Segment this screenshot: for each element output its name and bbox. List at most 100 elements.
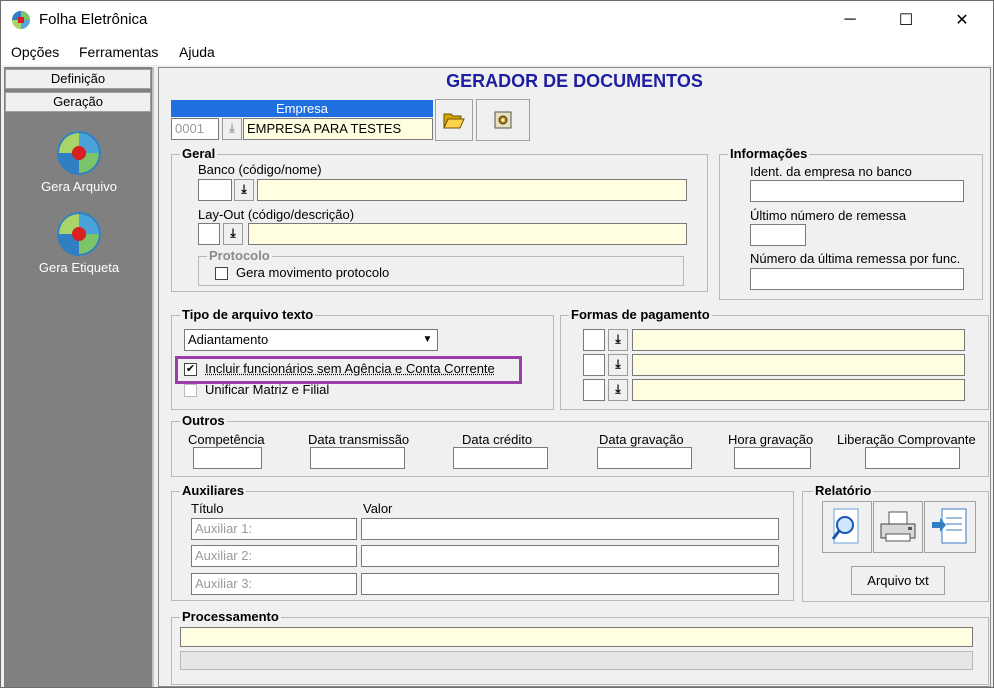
app-logo-icon [11, 10, 31, 30]
minimize-button[interactable]: ─ [827, 1, 873, 39]
forma-desc-input-1[interactable] [632, 329, 965, 351]
maximize-button[interactable]: ☐ [883, 1, 929, 39]
data-gravacao-input[interactable] [597, 447, 692, 469]
gear-icon [494, 111, 512, 129]
menu-ajuda[interactable]: Ajuda [179, 44, 215, 60]
gera-etiqueta-tool[interactable]: Gera Etiqueta [24, 212, 134, 275]
liberacao-input[interactable] [865, 447, 960, 469]
forma-code-input-2[interactable] [583, 354, 605, 376]
layout-code-input[interactable] [198, 223, 220, 245]
numero-input[interactable] [750, 268, 964, 290]
menu-ferramentas[interactable]: Ferramentas [79, 44, 158, 60]
informacoes-group: Informações Ident. da empresa no banco Ú… [719, 146, 983, 300]
hora-gravacao-input[interactable] [734, 447, 811, 469]
protocolo-group: Protocolo Gera movimento protocolo [198, 248, 684, 286]
ident-label: Ident. da empresa no banco [750, 164, 912, 179]
ident-input[interactable] [750, 180, 964, 202]
competencia-label: Competência [188, 432, 265, 447]
protocolo-check-label: Gera movimento protocolo [236, 265, 390, 280]
unificar-checkbox[interactable] [184, 384, 197, 397]
incluir-checkbox[interactable]: ✔ [184, 363, 197, 376]
forma-code-input-3[interactable] [583, 379, 605, 401]
unificar-label: Unificar Matriz e Filial [205, 382, 330, 397]
auxiliar-2-value-input[interactable] [361, 545, 779, 567]
processamento-status-field [180, 627, 973, 647]
auxiliar-3-value-input[interactable] [361, 573, 779, 595]
numero-label: Número da última remessa por func. [750, 251, 961, 266]
geral-group: Geral Banco (código/nome) ⤓ Lay-Out (cód… [171, 146, 708, 292]
arquivo-txt-button[interactable]: Arquivo txt [851, 566, 945, 595]
forma-code-input-1[interactable] [583, 329, 605, 351]
forma-desc-input-3[interactable] [632, 379, 965, 401]
formas-title: Formas de pagamento [569, 307, 712, 322]
auxiliar-1-title-input[interactable]: Auxiliar 1: [191, 518, 357, 540]
data-transmissao-label: Data transmissão [308, 432, 410, 447]
menu-opcoes[interactable]: Opções [11, 44, 59, 60]
auxiliar-3-title-input[interactable]: Auxiliar 3: [191, 573, 357, 595]
competencia-input[interactable] [193, 447, 262, 469]
layout-desc-input[interactable] [248, 223, 687, 245]
app-window: Folha Eletrônica ─ ☐ ✕ Opções Ferramenta… [0, 0, 994, 688]
preview-button[interactable] [822, 501, 872, 553]
gera-arquivo-tool[interactable]: Gera Arquivo [24, 131, 134, 194]
ultimo-label: Último número de remessa [750, 208, 907, 223]
ultimo-input[interactable] [750, 224, 806, 246]
liberacao-label: Liberação Comprovante [837, 432, 976, 447]
outros-title: Outros [180, 413, 227, 428]
empresa-name-input[interactable]: EMPRESA PARA TESTES [243, 118, 433, 140]
relatorio-title: Relatório [813, 483, 874, 498]
menu-bar: Opções Ferramentas Ajuda [1, 39, 993, 65]
outros-group: Outros Competência Data transmissão Data… [171, 413, 989, 477]
magnifier-page-icon [831, 508, 859, 544]
gera-arquivo-label: Gera Arquivo [41, 179, 117, 194]
window-title: Folha Eletrônica [39, 11, 148, 28]
tipo-select[interactable]: Adiantamento [184, 329, 438, 351]
settings-button[interactable] [476, 99, 530, 141]
banco-name-input[interactable] [257, 179, 687, 201]
folder-open-icon [443, 113, 465, 129]
auxiliar-1-value-input[interactable] [361, 518, 779, 540]
forma-desc-input-2[interactable] [632, 354, 965, 376]
left-panel: Definição Geração Gera Arquivo Gera Etiq… [4, 67, 154, 687]
layout-label: Lay-Out (código/descrição) [198, 207, 355, 222]
processamento-title: Processamento [180, 609, 281, 624]
incluir-label: Incluir funcionários sem Agência e Conta… [205, 361, 495, 376]
titulo-column-header: Título [191, 501, 224, 516]
layout-download-icon[interactable]: ⤓ [223, 223, 243, 245]
formas-pagamento-group: Formas de pagamento ⤓ ⤓ ⤓ [560, 307, 989, 410]
export-page-icon [932, 508, 967, 544]
close-button[interactable]: ✕ [939, 1, 985, 39]
auxiliares-group: Auxiliares Título Valor Auxiliar 1: Auxi… [171, 483, 794, 601]
banco-code-input[interactable] [198, 179, 232, 201]
page-title: GERADOR DE DOCUMENTOS [446, 71, 703, 91]
data-gravacao-label: Data gravação [599, 432, 684, 447]
banco-download-icon[interactable]: ⤓ [234, 179, 254, 201]
informacoes-title: Informações [728, 146, 810, 161]
tab-definicao[interactable]: Definição [5, 69, 151, 89]
hora-gravacao-label: Hora gravação [728, 432, 814, 447]
data-credito-input[interactable] [453, 447, 548, 469]
forma-download-icon-1[interactable]: ⤓ [608, 329, 628, 351]
printer-icon [880, 511, 916, 542]
tipo-title: Tipo de arquivo texto [180, 307, 316, 322]
main-panel: GERADOR DE DOCUMENTOS Empresa 0001 ⤓ EMP… [158, 67, 991, 687]
gera-etiqueta-label: Gera Etiqueta [38, 260, 120, 275]
protocolo-checkbox[interactable] [215, 267, 228, 280]
auxiliar-2-title-input[interactable]: Auxiliar 2: [191, 545, 357, 567]
geral-title: Geral [180, 146, 218, 161]
empresa-download-icon[interactable]: ⤓ [222, 118, 242, 140]
progress-bar [180, 651, 973, 670]
auxiliares-title: Auxiliares [180, 483, 247, 498]
relatorio-group: Relatório Arquivo txt [802, 483, 989, 602]
forma-download-icon-2[interactable]: ⤓ [608, 354, 628, 376]
open-folder-button[interactable] [435, 99, 473, 141]
print-button[interactable] [873, 501, 923, 553]
empresa-code-input[interactable]: 0001 [171, 118, 219, 140]
export-button[interactable] [924, 501, 976, 553]
tab-geracao[interactable]: Geração [5, 92, 151, 112]
chevron-down-icon[interactable]: ▼ [418, 330, 437, 350]
empresa-header: Empresa [171, 100, 433, 117]
forma-download-icon-3[interactable]: ⤓ [608, 379, 628, 401]
tipo-select-value: Adiantamento [188, 332, 269, 347]
data-transmissao-input[interactable] [310, 447, 405, 469]
